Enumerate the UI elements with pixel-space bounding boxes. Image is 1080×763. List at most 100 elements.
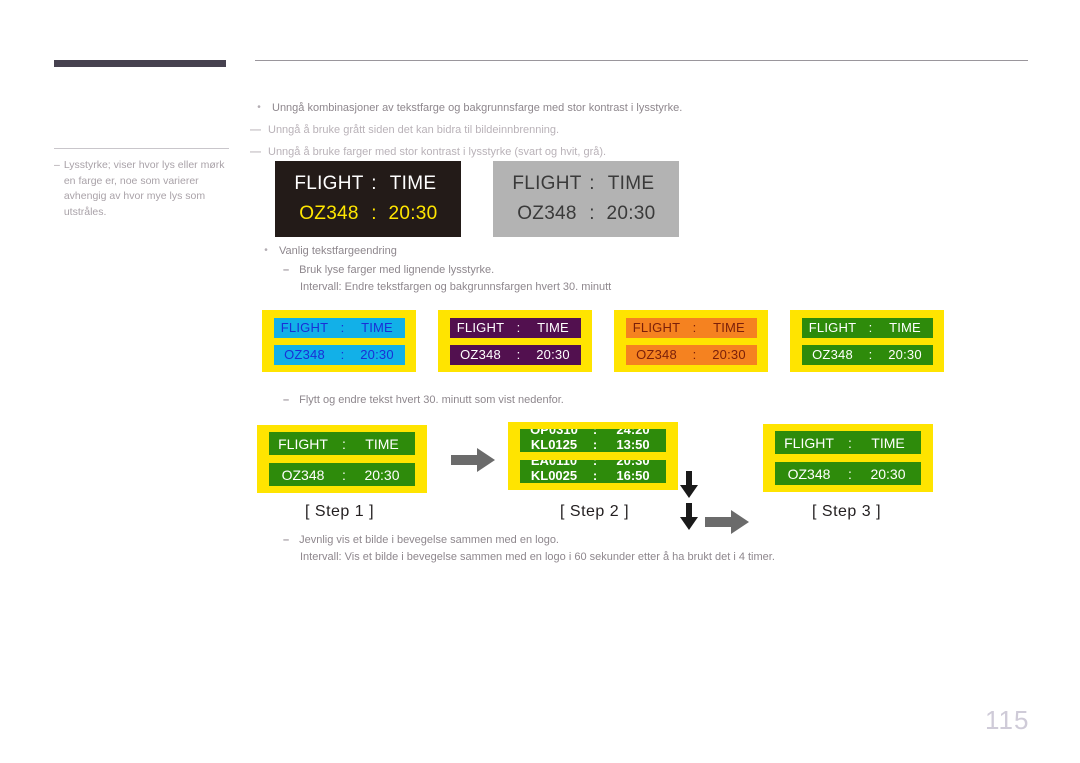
flight-board-header-row: FLIGHT : TIME <box>801 317 933 338</box>
colon-separator: : <box>592 460 598 468</box>
bullet-marker: • <box>257 102 261 113</box>
dash-marker: – <box>283 394 290 406</box>
flight-board-data-row: OZ348 : 20:30 <box>493 203 679 225</box>
flight-number: OZ348 <box>299 203 359 224</box>
flight-number: KL0025 <box>530 467 578 483</box>
flight-number: OZ348 <box>284 347 325 362</box>
dash-note-contrast: — Unngå å bruke farger med stor kontrast… <box>250 144 1030 160</box>
time-label: TIME <box>889 320 921 335</box>
flight-time: 20:30 <box>606 203 656 224</box>
colon-separator: : <box>868 347 873 362</box>
step1-label: [ Step 1 ] <box>305 503 375 520</box>
flight-board-scroll-row-top: OP0310 : 24:20 KL0125 : 13:50 <box>520 429 666 452</box>
bullet-contrast-warning: • Unngå kombinasjoner av tekstfarge og b… <box>255 100 1030 116</box>
sub-note-text: Bruk lyse farger med lignende lysstyrke. <box>299 264 495 276</box>
flight-time: 20:30 <box>888 347 922 362</box>
colon-separator: : <box>589 173 595 194</box>
colon-separator: : <box>516 347 521 362</box>
time-label: TIME <box>361 320 393 335</box>
colon-separator: : <box>848 465 852 482</box>
dash-marker: — <box>250 146 261 158</box>
flight-board-data-row: OZ348 : 20:30 <box>275 203 461 225</box>
flight-number: KL0125 <box>530 436 578 452</box>
colon-separator: : <box>692 347 697 362</box>
dash-marker: — <box>250 124 261 136</box>
dash-marker: – <box>283 534 290 546</box>
flight-board-orange: FLIGHT : TIME OZ348 : 20:30 <box>614 310 768 372</box>
flight-board-data-row: OZ348 : 20:30 <box>269 463 415 486</box>
time-label: TIME <box>713 320 745 335</box>
flight-board-header-row: FLIGHT : TIME <box>775 431 921 454</box>
flight-number: OZ348 <box>812 347 853 362</box>
colon-separator: : <box>848 434 852 451</box>
flight-number: OP0310 <box>530 429 578 437</box>
flight-board-dark: FLIGHT : TIME OZ348 : 20:30 <box>275 161 461 237</box>
scroll-line: KL0025 : 16:50 <box>520 468 666 483</box>
flight-board-data-row: OZ348 : 20:30 <box>775 462 921 485</box>
flight-label: FLIGHT <box>784 434 834 451</box>
flight-board-header-row: FLIGHT : TIME <box>449 317 581 338</box>
colon-separator: : <box>342 466 346 483</box>
time-label: TIME <box>607 173 655 194</box>
dash-note-text: Unngå å bruke grått siden det kan bidra … <box>268 124 560 136</box>
flight-label: FLIGHT <box>294 173 364 194</box>
scroll-line: OP0310 : 24:20 <box>520 429 666 437</box>
bullet-marker: • <box>264 245 268 256</box>
chapter-marker-bar <box>54 60 226 67</box>
flight-number: OZ348 <box>281 466 325 483</box>
flight-time: 20:30 <box>388 203 438 224</box>
step2-label: [ Step 2 ] <box>560 503 630 520</box>
time-label: TIME <box>871 434 905 451</box>
bullet-text: Unngå kombinasjoner av tekstfarge og bak… <box>272 102 683 114</box>
colon-separator: : <box>342 435 346 452</box>
page-number: 115 <box>985 705 1030 735</box>
sidebar-note-text: Lysstyrke; viser hvor lys eller mørk en … <box>63 159 225 218</box>
sub-note-text: Jevnlig vis et bilde i bevegelse sammen … <box>299 534 559 546</box>
flight-time: 20:30 <box>536 347 570 362</box>
flight-board-header-row: FLIGHT : TIME <box>493 173 679 195</box>
step3-label: [ Step 3 ] <box>812 503 882 520</box>
colon-separator: : <box>340 320 345 335</box>
main-content: • Unngå kombinasjoner av tekstfarge og b… <box>250 60 1030 563</box>
flight-board-cyan: FLIGHT : TIME OZ348 : 20:30 <box>262 310 416 372</box>
interval-note-color-change: Intervall: Endre tekstfargen og bakgrunn… <box>300 281 612 293</box>
arrow-down-icon <box>680 471 698 498</box>
dash-note-text: Unngå å bruke farger med stor kontrast i… <box>268 146 607 158</box>
flight-time: 20:30 <box>364 466 400 483</box>
step1-flight-board: FLIGHT : TIME OZ348 : 20:30 <box>257 425 427 493</box>
flight-time: 13:50 <box>616 436 650 452</box>
flight-number: OZ348 <box>787 465 831 482</box>
flight-board-scroll-row-bottom: EA0110 : 20:30 KL0025 : 16:50 <box>520 460 666 483</box>
flight-label: FLIGHT <box>632 320 681 335</box>
flight-board-header-row: FLIGHT : TIME <box>273 317 405 338</box>
sidebar-note: – Lysstyrke; viser hvor lys eller mørk e… <box>54 158 232 220</box>
flight-board-header-row: FLIGHT : TIME <box>625 317 757 338</box>
flight-number: OZ348 <box>517 203 577 224</box>
colon-separator: : <box>589 203 595 224</box>
time-label: TIME <box>365 435 399 452</box>
scroll-line: EA0110 : 20:30 <box>520 460 666 468</box>
step3-flight-board: FLIGHT : TIME OZ348 : 20:30 <box>763 424 933 492</box>
flight-number: EA0110 <box>530 460 578 468</box>
colon-separator: : <box>592 429 598 437</box>
sub-note-bright-colors: – Bruk lyse farger med lignende lysstyrk… <box>283 262 494 279</box>
sidebar-note-dash: – <box>54 159 60 171</box>
flight-board-data-row: OZ348 : 20:30 <box>801 344 933 365</box>
flight-time: 20:30 <box>712 347 746 362</box>
arrow-down-icon <box>680 503 698 530</box>
flight-time: 24:20 <box>616 429 650 437</box>
flight-board-header-row: FLIGHT : TIME <box>275 173 461 195</box>
flight-board-purple: FLIGHT : TIME OZ348 : 20:30 <box>438 310 592 372</box>
bullet-text: Vanlig tekstfargeendring <box>279 245 397 257</box>
time-label: TIME <box>389 173 437 194</box>
colon-separator: : <box>516 320 521 335</box>
flight-board-green: FLIGHT : TIME OZ348 : 20:30 <box>790 310 944 372</box>
flight-board-data-row: OZ348 : 20:30 <box>625 344 757 365</box>
time-label: TIME <box>537 320 569 335</box>
sub-note-move-text: – Flytt og endre tekst hvert 30. minutt … <box>283 392 564 409</box>
dash-marker: – <box>283 264 290 276</box>
flight-label: FLIGHT <box>456 320 505 335</box>
flight-board-data-row: OZ348 : 20:30 <box>449 344 581 365</box>
color-sample-boards: FLIGHT : TIME OZ348 : 20:30 FLIGHT : TIM… <box>262 310 944 372</box>
sidebar-divider <box>54 148 229 149</box>
